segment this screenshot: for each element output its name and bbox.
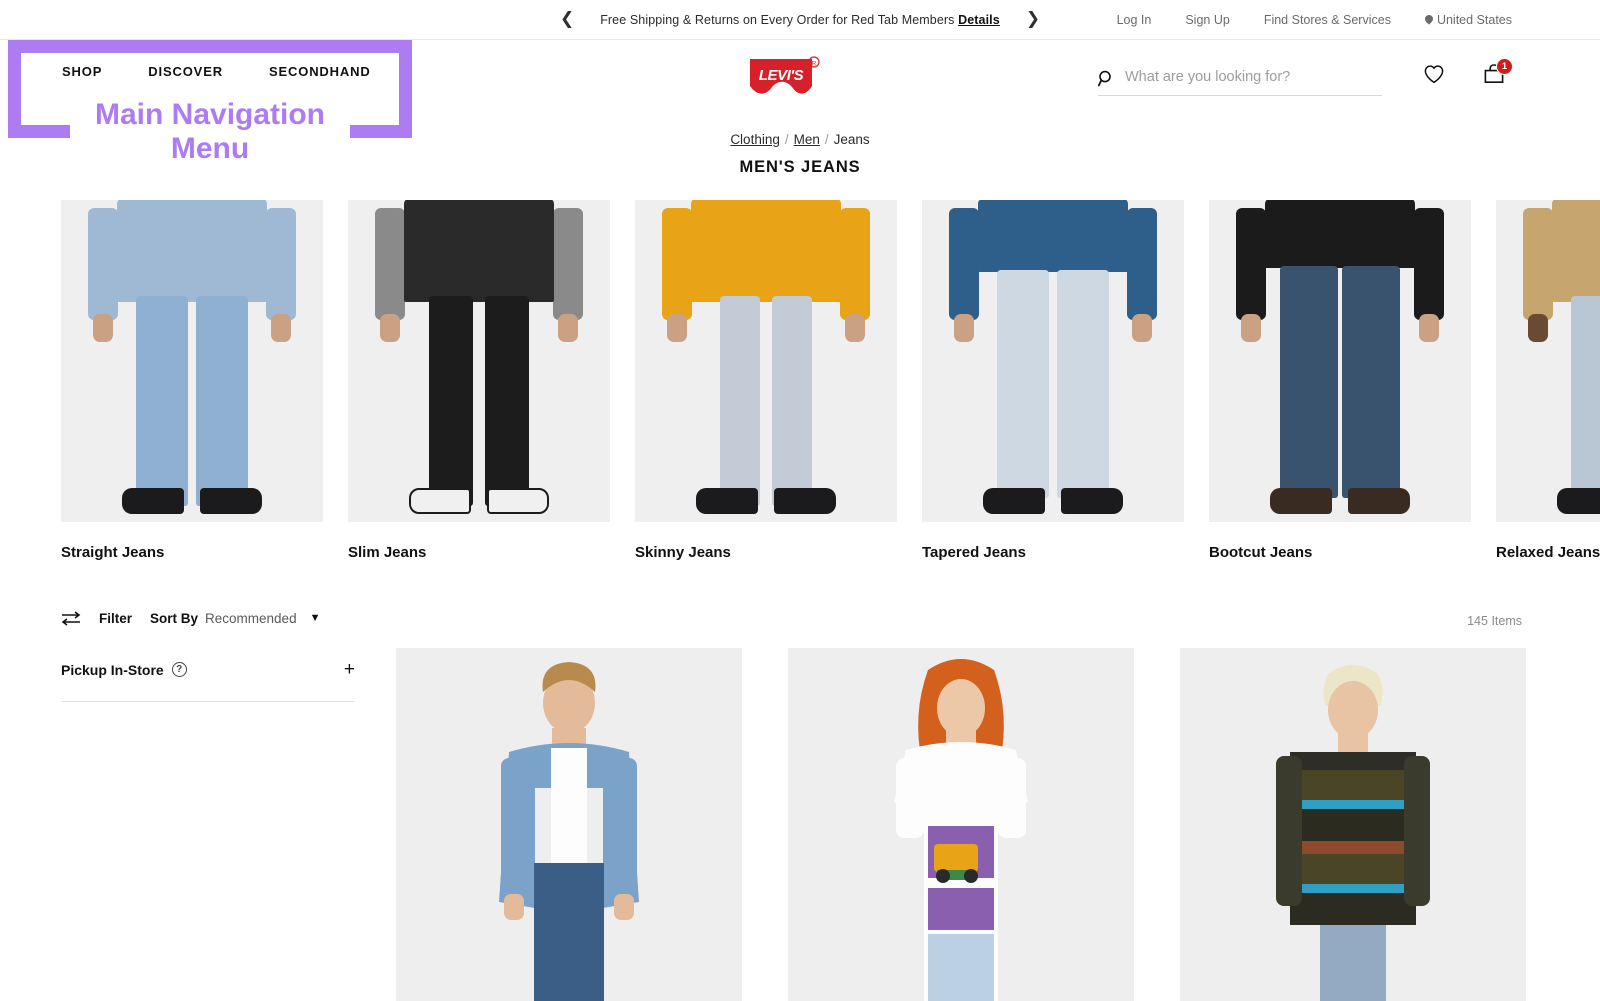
facet-label: Pickup In-Store xyxy=(61,661,164,678)
search-input[interactable] xyxy=(1125,68,1361,89)
category-image xyxy=(61,200,323,522)
utility-links: Log In Sign Up Find Stores & Services Un… xyxy=(1117,0,1512,40)
search-bar[interactable] xyxy=(1098,62,1382,96)
breadcrumb-item-clothing[interactable]: Clothing xyxy=(730,132,780,147)
announcement-details-link[interactable]: Details xyxy=(958,13,1000,27)
filter-panel: Pickup In-Store ? + xyxy=(61,660,355,702)
category-carousel[interactable]: Straight Jeans Slim Jeans Skinny Jeans T… xyxy=(0,200,1600,572)
log-in-link[interactable]: Log In xyxy=(1117,13,1152,27)
category-card-relaxed[interactable]: Relaxed Jeans xyxy=(1496,200,1600,572)
nav-item-secondhand[interactable]: SECONDHAND xyxy=(269,64,371,79)
country-selector[interactable]: United States xyxy=(1425,13,1512,27)
category-card-bootcut[interactable]: Bootcut Jeans xyxy=(1209,200,1471,572)
category-image xyxy=(1496,200,1600,522)
filter-sliders-icon[interactable] xyxy=(61,610,81,626)
breadcrumb: Clothing / Men / Jeans xyxy=(0,132,1600,147)
facet-pickup-in-store[interactable]: Pickup In-Store ? + xyxy=(61,660,355,702)
sort-by-label: Sort By xyxy=(150,610,199,626)
category-label: Slim Jeans xyxy=(348,544,427,561)
shopping-bag-button[interactable]: 1 xyxy=(1482,58,1513,91)
sort-by-value: Recommended xyxy=(205,610,297,626)
category-label: Straight Jeans xyxy=(61,544,165,561)
chevron-down-icon[interactable]: ▼ xyxy=(310,612,321,624)
product-card[interactable] xyxy=(788,648,1134,1001)
category-label: Tapered Jeans xyxy=(922,544,1026,561)
nav-item-discover[interactable]: DISCOVER xyxy=(148,64,223,79)
product-image xyxy=(1180,648,1526,1001)
category-label: Bootcut Jeans xyxy=(1209,544,1313,561)
product-image xyxy=(396,648,742,1001)
category-card-straight[interactable]: Straight Jeans xyxy=(61,200,323,572)
levis-logo[interactable]: LEVI'S R xyxy=(748,56,820,102)
nav-item-shop[interactable]: SHOP xyxy=(62,64,102,79)
announcement-message: Free Shipping & Returns on Every Order f… xyxy=(600,12,955,27)
svg-text:R: R xyxy=(812,61,817,68)
category-image xyxy=(922,200,1184,522)
category-image xyxy=(348,200,610,522)
category-card-tapered[interactable]: Tapered Jeans xyxy=(922,200,1184,572)
page-title: MEN'S JEANS xyxy=(739,158,861,176)
find-stores-link[interactable]: Find Stores & Services xyxy=(1264,13,1391,27)
announcement-text: Free Shipping & Returns on Every Order f… xyxy=(600,13,1000,27)
sort-by-control[interactable]: Sort By Recommended ▼ xyxy=(150,611,320,626)
country-label: United States xyxy=(1436,13,1512,27)
location-pin-icon xyxy=(1425,15,1433,26)
category-label: Relaxed Jeans xyxy=(1496,544,1600,561)
sign-up-link[interactable]: Sign Up xyxy=(1185,13,1229,27)
bag-count-badge: 1 xyxy=(1496,58,1513,75)
product-grid xyxy=(396,648,1600,1001)
search-icon xyxy=(1098,70,1111,87)
question-mark-icon[interactable]: ? xyxy=(171,662,187,677)
plus-icon[interactable]: + xyxy=(344,660,355,679)
category-label: Skinny Jeans xyxy=(635,544,731,561)
category-image xyxy=(635,200,897,522)
items-count: 145 Items xyxy=(1467,614,1522,628)
announcement-prev-icon[interactable]: ❮ xyxy=(560,11,574,28)
product-card[interactable] xyxy=(1180,648,1526,1001)
product-image xyxy=(788,648,1134,1001)
category-card-skinny[interactable]: Skinny Jeans xyxy=(635,200,897,572)
site-header: SHOP DISCOVER SECONDHAND LEVI'S R What a… xyxy=(0,40,1600,112)
breadcrumb-separator-1: / xyxy=(784,132,789,147)
main-navigation-menu: SHOP DISCOVER SECONDHAND xyxy=(62,64,371,79)
breadcrumb-item-men[interactable]: Men xyxy=(794,132,820,147)
filter-sort-bar: Filter Sort By Recommended ▼ 145 Items xyxy=(0,600,1600,646)
svg-text:LEVI'S: LEVI'S xyxy=(759,67,804,84)
heart-icon xyxy=(1424,65,1444,84)
filter-button[interactable]: Filter xyxy=(99,611,132,626)
category-card-slim[interactable]: Slim Jeans xyxy=(348,200,610,572)
product-card[interactable] xyxy=(396,648,742,1001)
page-root: ❮ Free Shipping & Returns on Every Order… xyxy=(0,0,1600,1001)
breadcrumb-item-jeans: Jeans xyxy=(833,132,870,147)
announcement-next-icon[interactable]: ❯ xyxy=(1026,11,1040,28)
category-image xyxy=(1209,200,1471,522)
wishlist-button[interactable] xyxy=(1422,62,1446,91)
breadcrumb-separator-2: / xyxy=(824,132,829,147)
